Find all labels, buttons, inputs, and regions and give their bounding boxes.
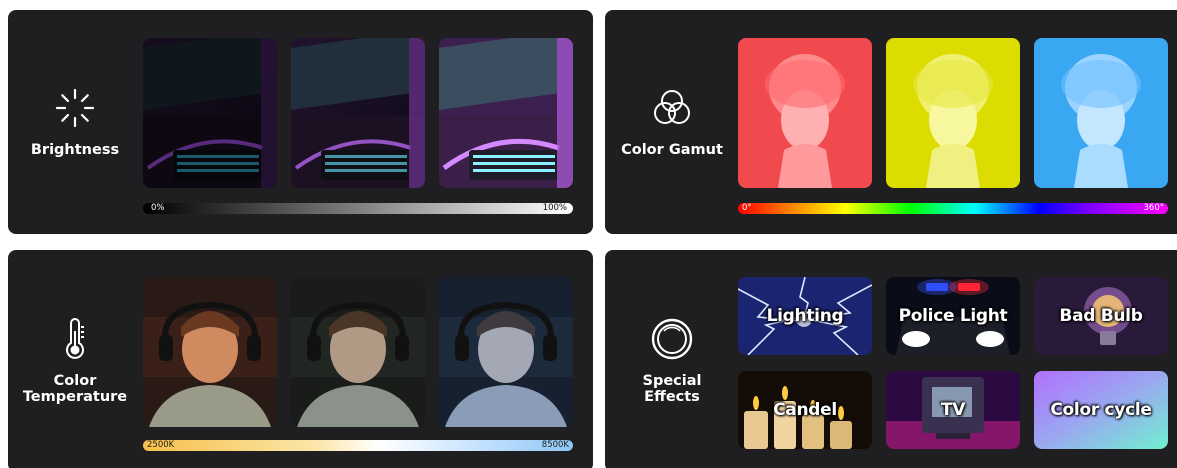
temperature-tile-warm [143,277,277,427]
effect-color-cycle[interactable]: Color cycle [1034,371,1168,449]
color-gamut-feature: Color Gamut [605,10,739,234]
color-temperature-label-2: Temperature [22,389,128,405]
ring-icon [650,317,694,361]
color-temperature-label-1: Color [53,373,97,389]
effect-police-light[interactable]: Police Light [886,277,1020,355]
effect-candel-label: Candel [773,400,837,420]
color-temperature-range-bar: 2500K 8500K [143,440,573,451]
gamut-tile-blue [1034,38,1168,188]
brightness-panel: Brightness 0% 100% [8,10,593,234]
temperature-tile-neutral [291,277,425,427]
effect-police-light-label: Police Light [898,306,1008,326]
brightness-feature: Brightness [8,10,142,234]
effect-lighting[interactable]: Lighting [738,277,872,355]
special-effects-label-2: Effects [644,389,700,405]
temperature-min-label: 2500K [147,440,175,450]
temperature-tile-cool [439,277,573,427]
brightness-icon [53,86,97,130]
effect-bad-bulb-label: Bad Bulb [1059,306,1143,326]
effect-lighting-label: Lighting [766,306,844,326]
temperature-max-label: 8500K [541,440,569,450]
brightness-tile-low [143,38,277,188]
brightness-max-label: 100% [542,203,567,213]
gamut-tile-yellow [886,38,1020,188]
color-temperature-panel: Color Temperature 2500K 8500K [8,250,593,468]
brightness-tile-high [439,38,573,188]
gamut-max-label: 360° [1143,203,1164,213]
effect-tv[interactable]: TV [886,371,1020,449]
brightness-label: Brightness [30,142,120,158]
color-circles-icon [650,86,694,130]
effect-color-cycle-label: Color cycle [1050,400,1152,420]
brightness-tile-mid [291,38,425,188]
color-gamut-label: Color Gamut [621,142,723,158]
color-temperature-feature: Color Temperature [8,250,142,468]
color-gamut-panel: Color Gamut 0° 360° [605,10,1177,234]
effect-candel[interactable]: Candel [738,371,872,449]
brightness-range-bar: 0% 100% [143,203,573,214]
gamut-tile-red [738,38,872,188]
color-gamut-range-bar: 0° 360° [738,203,1168,214]
thermometer-icon [53,317,97,361]
gamut-min-label: 0° [742,203,752,213]
brightness-min-label: 0% [151,203,165,213]
special-effects-panel: Special Effects Lighting Police Light Ba… [605,250,1177,468]
special-effects-feature: Special Effects [605,250,739,468]
effect-tv-label: TV [940,400,966,420]
effect-bad-bulb[interactable]: Bad Bulb [1034,277,1168,355]
special-effects-label-1: Special [642,373,702,389]
